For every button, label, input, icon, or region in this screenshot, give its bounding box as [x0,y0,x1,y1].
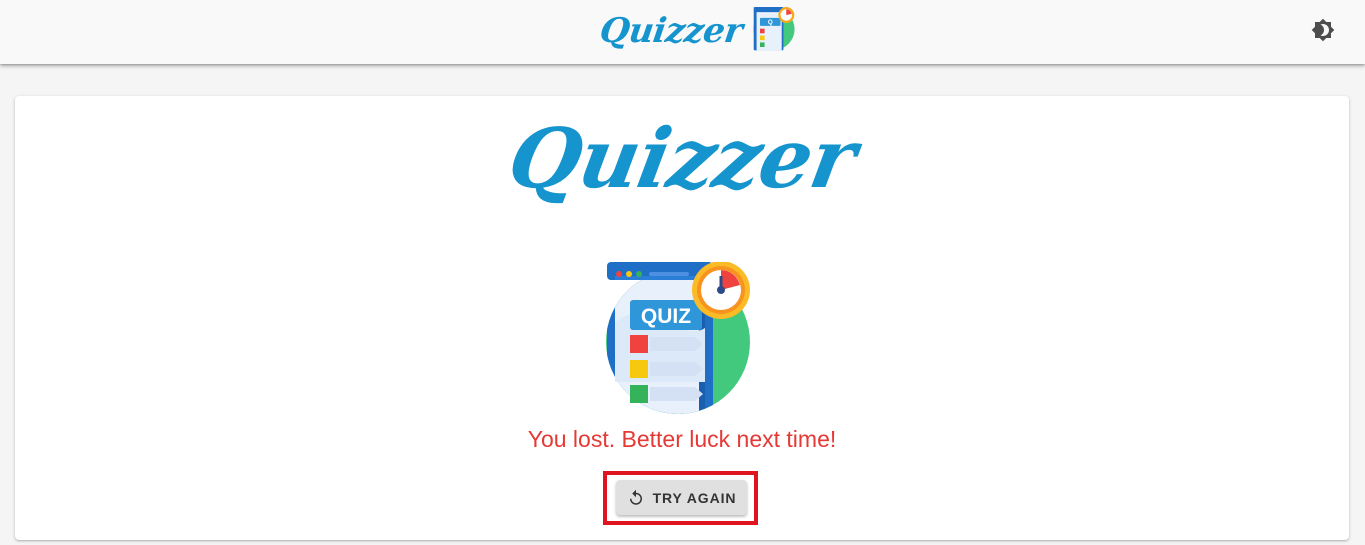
stopwatch-icon [692,261,750,319]
header-logo[interactable]: Quizzer Q [597,6,796,56]
try-again-label: TRY AGAIN [652,489,737,506]
quiz-badge-text: QUIZ [641,305,691,328]
header-quiz-icon: Q [752,6,796,56]
svg-text:Q: Q [768,19,773,26]
header-brand-text: Quizzer [597,11,745,51]
brightness-icon [1311,18,1335,47]
result-card: Quizzer QUIZ You lost. Better luck next … [15,96,1349,540]
try-again-button[interactable]: TRY AGAIN [616,480,747,515]
theme-toggle-button[interactable] [1309,18,1337,46]
quiz-illustration: QUIZ [603,261,753,416]
app-header: Quizzer Q [0,0,1365,64]
replay-icon [627,489,645,507]
main-logo: Quizzer [15,111,1349,207]
result-message: You lost. Better luck next time! [527,426,837,452]
main-brand-text: Quizzer [501,111,863,207]
quiz-clipboard-icon: QUIZ [606,261,750,414]
